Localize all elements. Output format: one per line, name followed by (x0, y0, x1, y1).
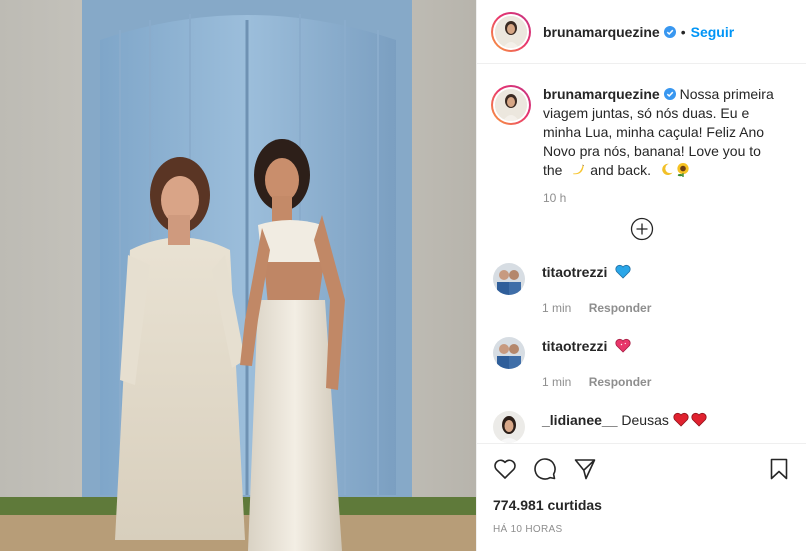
sparkling-heart-emoji-icon (615, 338, 631, 353)
action-bar (493, 456, 791, 482)
comment-username[interactable]: _lidianee__ (542, 412, 618, 428)
blue-heart-emoji-icon (615, 264, 631, 279)
comment-username[interactable]: titaotrezzi (542, 264, 607, 280)
comment-meta: 1 min Responder (542, 301, 651, 315)
caption-text: brunamarquezine Nossa primeira viagem ju… (543, 85, 781, 180)
share-direct-icon[interactable] (573, 457, 597, 481)
avatar-photo (493, 337, 525, 369)
reply-button[interactable]: Responder (589, 301, 652, 315)
caption-line: viagem juntas, só nós duas. Eu e (543, 105, 750, 121)
caption-line: and back. (590, 162, 651, 178)
comments-section[interactable]: brunamarquezine Nossa primeira viagem ju… (477, 65, 806, 443)
avatar-image (495, 15, 527, 48)
comment-line: titaotrezzi (542, 263, 651, 281)
avatar[interactable] (491, 11, 531, 52)
avatar-photo (493, 411, 525, 443)
like-heart-icon[interactable] (493, 457, 517, 481)
comment-body: _lidianee__ Deusas (542, 411, 707, 429)
comment-item: titaotrezzi 1 min Responder (491, 263, 793, 315)
comment-timestamp: 1 min (542, 375, 572, 389)
post-image (0, 0, 476, 551)
avatar-border (493, 13, 529, 50)
avatar-border (493, 87, 529, 123)
post-side-panel: brunamarquezine • Seguir brunamarquezine… (476, 0, 806, 551)
comment-line: titaotrezzi (542, 337, 651, 355)
avatar-photo (493, 263, 525, 295)
follow-button[interactable]: Seguir (691, 24, 735, 40)
comment-avatar[interactable] (493, 337, 525, 369)
instagram-post: brunamarquezine • Seguir brunamarquezine… (0, 0, 806, 551)
caption-avatar[interactable] (491, 85, 531, 125)
caption-line: minha Lua, minha caçula! Feliz Ano (543, 124, 765, 140)
comment-text: Deusas (621, 412, 669, 428)
comment-item: _lidianee__ Deusas (491, 411, 793, 443)
caption-line: the (543, 162, 563, 178)
verified-badge-icon (663, 25, 676, 38)
caption-username[interactable]: brunamarquezine (543, 86, 660, 102)
avatar-photo (495, 15, 527, 48)
avatar-photo (495, 89, 527, 121)
comment-bubble-icon[interactable] (533, 457, 557, 481)
comment-username[interactable]: titaotrezzi (542, 338, 607, 354)
sunflower-emoji-icon (677, 162, 689, 177)
comment-meta: 1 min Responder (542, 375, 651, 389)
red-heart-emoji-icon (691, 412, 707, 427)
post-header: brunamarquezine • Seguir (477, 0, 806, 64)
red-heart-emoji-icon (673, 412, 689, 427)
verified-badge-icon (663, 88, 676, 100)
comment-timestamp: 1 min (542, 301, 572, 315)
caption-line: Nossa primeira (679, 86, 774, 102)
comment-body: titaotrezzi 1 min Responder (542, 337, 651, 389)
save-bookmark-icon[interactable] (767, 457, 791, 481)
load-more-comments-plus-icon[interactable] (630, 217, 654, 241)
comment-item: titaotrezzi 1 min Responder (491, 337, 793, 389)
banana-emoji-icon (573, 164, 585, 175)
comment-line: _lidianee__ Deusas (542, 411, 707, 429)
avatar-image (495, 89, 527, 121)
comment-avatar[interactable] (493, 411, 525, 443)
comment-body: titaotrezzi 1 min Responder (542, 263, 651, 315)
separator-dot: • (680, 23, 686, 40)
post-timestamp: HÁ 10 HORAS (493, 524, 563, 535)
crescent-moon-emoji-icon (662, 163, 673, 176)
post-photo[interactable] (0, 0, 476, 551)
post-footer: 774.981 curtidas HÁ 10 HORAS (477, 443, 806, 551)
comment-avatar[interactable] (493, 263, 525, 295)
load-more (491, 217, 793, 241)
caption-timestamp: 10 h (543, 191, 567, 205)
caption: brunamarquezine Nossa primeira viagem ju… (491, 85, 793, 180)
reply-button[interactable]: Responder (589, 375, 652, 389)
likes-count[interactable]: 774.981 curtidas (493, 497, 791, 513)
caption-line: Novo pra nós, banana! Love you to (543, 143, 761, 159)
username-link[interactable]: brunamarquezine (543, 24, 660, 40)
